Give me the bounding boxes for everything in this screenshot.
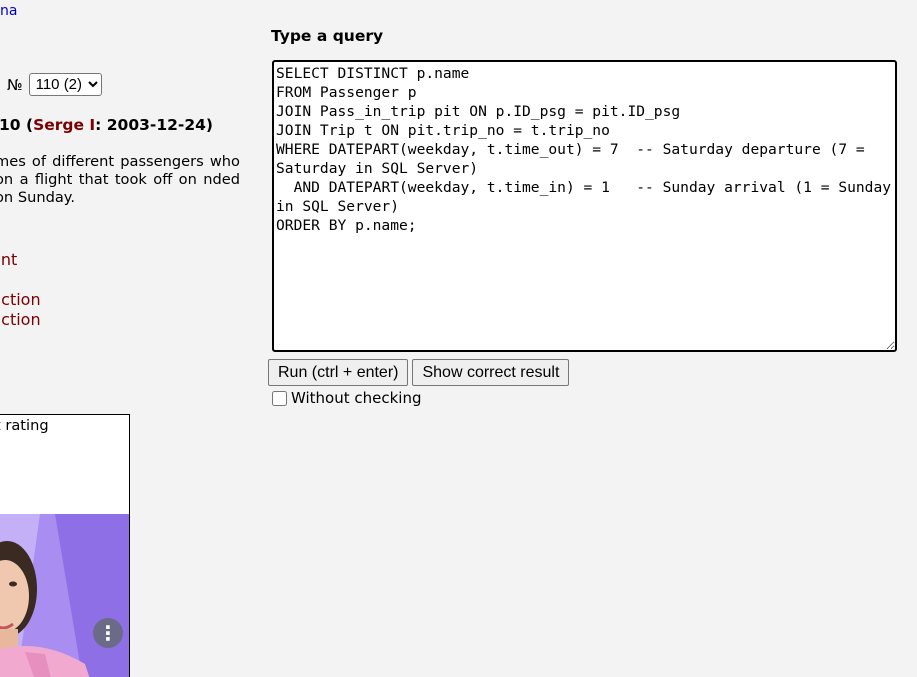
show-correct-result-button[interactable]: Show correct result [412,359,570,386]
query-editor[interactable]: SELECT DISTINCT p.name FROM Passenger p … [272,60,897,352]
exercise-number-label: № [7,75,23,94]
action-buttons: Run (ctrl + enter) Show correct result [268,359,570,386]
side-link-3[interactable]: nction [0,310,41,330]
exercise-author[interactable]: Serge I [33,116,95,134]
query-title: Type a query [271,27,384,45]
top-link[interactable]: na [0,3,17,19]
without-checking-checkbox[interactable] [272,390,287,406]
side-links-spacer [0,270,41,290]
ad-photo [0,514,129,677]
run-button[interactable]: Run (ctrl + enter) [268,359,409,386]
ad-box[interactable]: t rating ⋮ [0,414,130,677]
exercise-description: mes of different passengers who on a fli… [0,153,240,206]
without-checking-label: Without checking [291,389,422,407]
without-checking-option[interactable]: Without checking [272,389,422,407]
exercise-header: 10 (Serge I: 2003-12-24) [0,116,213,134]
ad-caption: t rating [0,417,49,434]
side-links: ent nction nction [0,250,41,330]
exercise-date: : 2003-12-24 [95,116,206,134]
ad-image[interactable]: ⋮ [0,514,129,677]
exercise-select[interactable]: 110 (2) [28,73,102,96]
page: na № 110 (2) 10 (Serge I: 2003-12-24) me… [0,0,917,677]
exercise-selector: № 110 (2) [7,73,102,96]
side-link-2[interactable]: nction [0,290,41,310]
side-link-1[interactable]: ent [0,250,41,270]
more-vertical-icon[interactable]: ⋮ [93,618,123,648]
exercise-header-number: 10 [0,116,21,134]
